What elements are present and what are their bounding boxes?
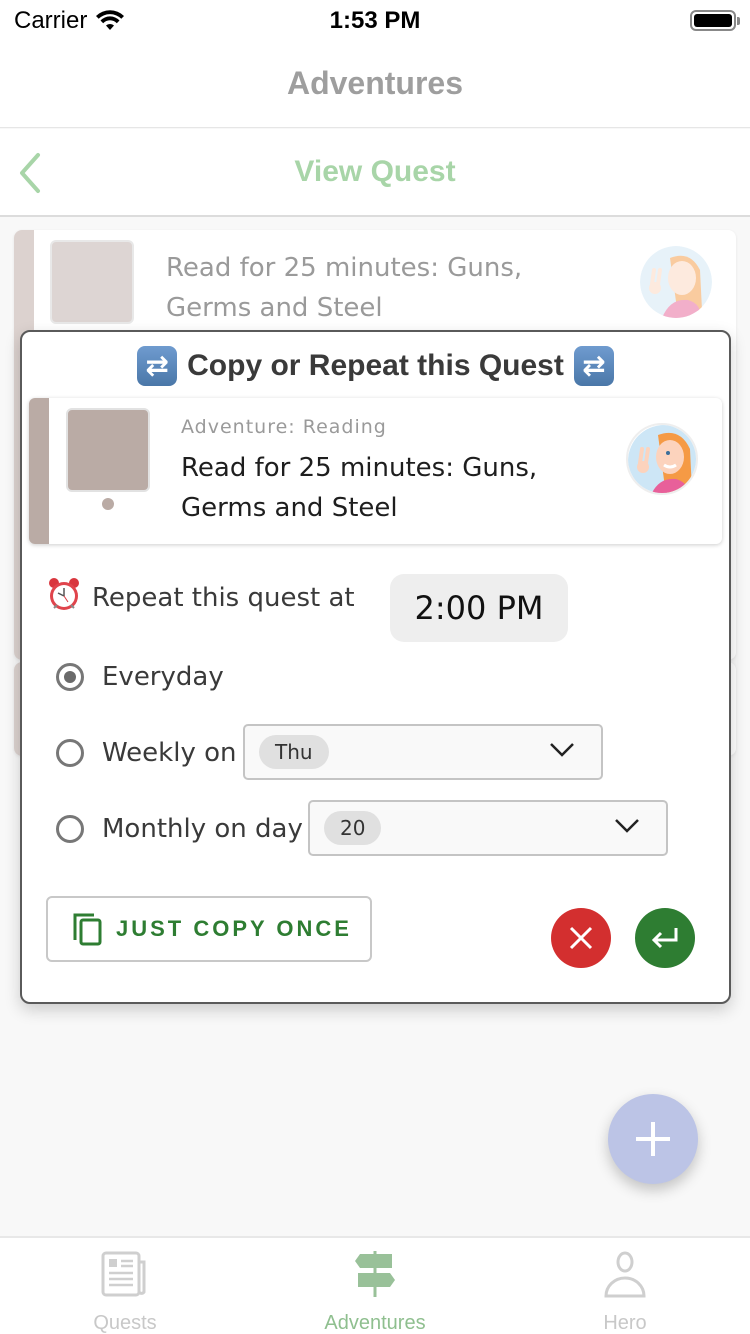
- tab-bar: Quests Adventures Hero: [0, 1236, 750, 1334]
- option-label: Monthly on day: [102, 814, 303, 844]
- signpost-icon: [355, 1251, 395, 1297]
- app-header: Adventures: [0, 40, 750, 128]
- repeat-time-row: Repeat this quest at: [46, 576, 355, 620]
- option-label: Everyday: [102, 662, 224, 692]
- enter-icon: [651, 928, 678, 949]
- repeat-icon: ⇄: [137, 346, 178, 386]
- tab-adventures[interactable]: Adventures: [250, 1238, 500, 1334]
- option-label: Weekly on: [102, 738, 237, 768]
- modal-title-text: Copy or Repeat this Quest: [187, 349, 564, 382]
- quest-card: Adventure: Reading Read for 25 minutes: …: [29, 398, 722, 544]
- newspaper-icon: [101, 1251, 146, 1297]
- month-day-chip: 20: [324, 811, 382, 845]
- month-day-select[interactable]: 20: [308, 800, 668, 856]
- back-button[interactable]: [14, 151, 54, 195]
- sub-header: View Quest: [0, 129, 750, 217]
- tab-quests[interactable]: Quests: [0, 1238, 250, 1334]
- avatar: [626, 423, 698, 495]
- repeat-icon: ⇄: [573, 346, 614, 386]
- status-bar: Carrier 1:53 PM: [0, 0, 750, 40]
- radio-weekly[interactable]: [56, 739, 84, 767]
- plus-icon: [636, 1122, 670, 1156]
- quest-text: Read for 25 minutes: Guns, Germs and Ste…: [181, 453, 538, 523]
- person-icon: [604, 1251, 646, 1298]
- tab-label: Adventures: [324, 1312, 426, 1334]
- tab-hero[interactable]: Hero: [500, 1238, 750, 1334]
- option-monthly[interactable]: Monthly on day: [56, 814, 303, 844]
- avatar: [640, 246, 712, 318]
- time-picker-button[interactable]: 2:00 PM: [390, 574, 568, 642]
- radio-everyday[interactable]: [56, 663, 84, 691]
- close-icon: [569, 926, 593, 950]
- card-stripe: [29, 398, 49, 544]
- status-time: 1:53 PM: [329, 7, 421, 34]
- cancel-button[interactable]: [551, 908, 611, 968]
- battery-icon: [690, 10, 740, 31]
- just-copy-once-button[interactable]: JUST COPY ONCE: [46, 896, 372, 962]
- radio-monthly[interactable]: [56, 815, 84, 843]
- sub-header-title: View Quest: [294, 155, 456, 188]
- tab-label: Quests: [93, 1312, 157, 1334]
- hero-avatar-icon: [628, 425, 696, 493]
- copy-repeat-modal: ⇄ Copy or Repeat this Quest ⇄ Adventure:…: [20, 330, 731, 1004]
- quest-adventure: Adventure: Reading: [181, 416, 387, 438]
- option-everyday[interactable]: Everyday: [56, 662, 224, 692]
- quest-text: Read for 25 minutes: Guns, Germs and Ste…: [166, 253, 523, 323]
- chevron-left-icon: [20, 153, 40, 193]
- quest-status-dot: [102, 498, 114, 510]
- add-button[interactable]: [608, 1094, 698, 1184]
- chevron-down-icon: [550, 743, 574, 757]
- page-title: Adventures: [286, 65, 464, 101]
- modal-title: ⇄ Copy or Repeat this Quest ⇄: [22, 346, 729, 386]
- quest-thumbnail: [50, 240, 134, 324]
- option-weekly[interactable]: Weekly on: [56, 738, 237, 768]
- tab-label: Hero: [603, 1312, 647, 1334]
- copy-icon: [73, 913, 102, 946]
- confirm-button[interactable]: [635, 908, 695, 968]
- quest-thumbnail: [66, 408, 150, 492]
- weekday-chip: Thu: [259, 735, 329, 769]
- alarm-clock-icon: [46, 576, 82, 620]
- weekday-select[interactable]: Thu: [243, 724, 603, 780]
- chevron-down-icon: [615, 819, 639, 833]
- copy-button-label: JUST COPY ONCE: [116, 916, 352, 941]
- hero-avatar-icon: [640, 246, 712, 318]
- repeat-label: Repeat this quest at: [92, 583, 355, 613]
